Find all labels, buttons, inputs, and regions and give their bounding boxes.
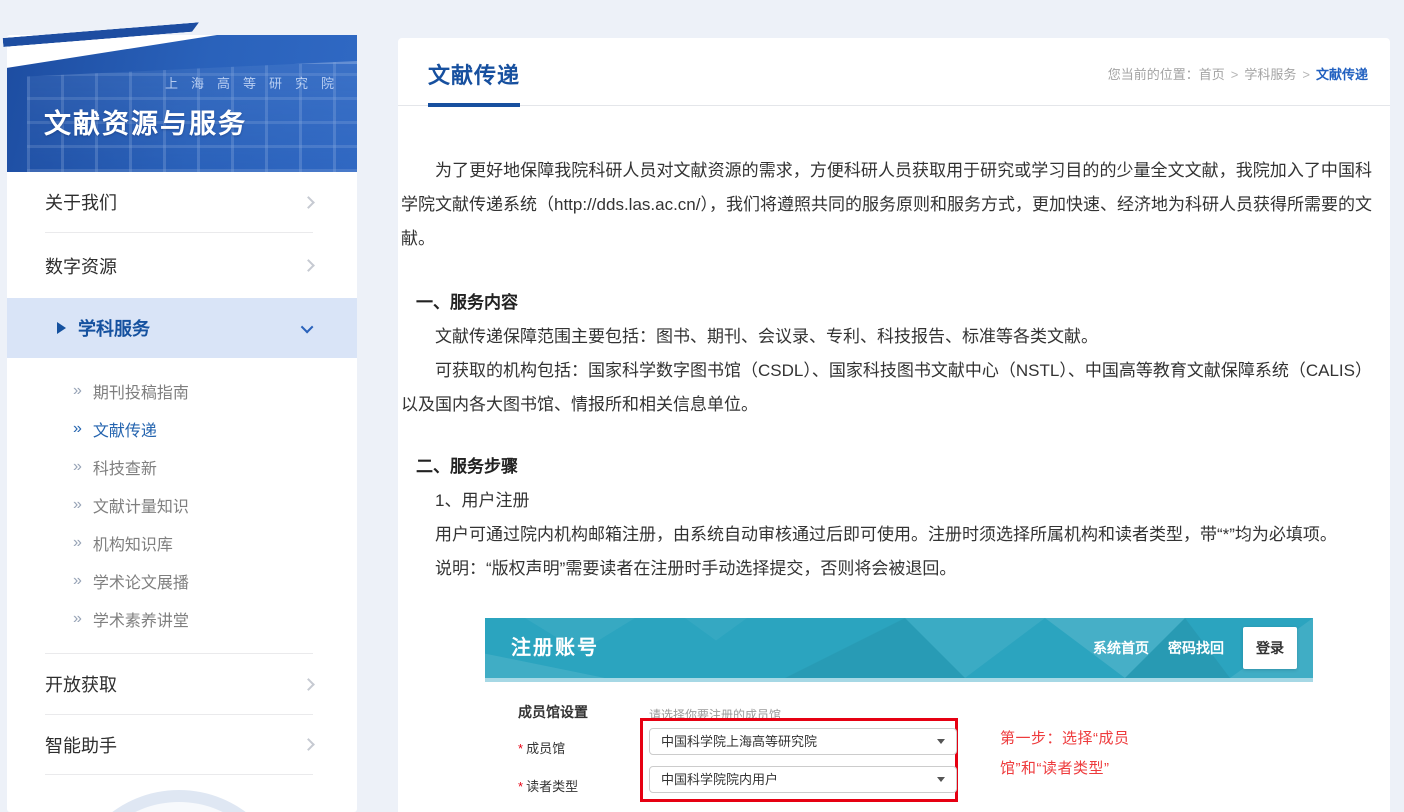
sidebar-item-label: 开放获取: [45, 671, 117, 697]
breadcrumb-separator: >: [1302, 67, 1310, 82]
sidebar-item-label: 关于我们: [45, 189, 117, 215]
double-angle-icon: »: [73, 382, 82, 400]
member-library-field-label: *成员馆: [518, 732, 565, 766]
paragraph: 文献传递保障范围主要包括：图书、期刊、会议录、专利、科技报告、标准等各类文献。: [401, 320, 1372, 354]
article-body: 为了更好地保障我院科研人员对文献资源的需求，方便科研人员获取用于研究或学习目的的…: [398, 106, 1390, 811]
sidebar-subitem-label: 学术素养讲堂: [93, 607, 189, 631]
double-angle-icon: »: [73, 572, 82, 590]
double-angle-icon: »: [73, 458, 82, 476]
sidebar-item-subject-services[interactable]: 学科服务: [7, 298, 357, 358]
double-angle-icon: »: [73, 610, 82, 628]
sidebar-subitem-label: 科技查新: [93, 455, 157, 479]
member-library-dropdown: 中国科学院上海高等研究院: [649, 728, 957, 755]
sidebar-item-digital-resources[interactable]: 数字资源: [7, 233, 357, 298]
breadcrumb-current: 文献传递: [1316, 67, 1368, 82]
screenshot-title: 注册账号: [511, 631, 599, 665]
page: 上海高等研究院 文献资源与服务 关于我们 数字资源 学科服务: [0, 0, 1404, 812]
member-library-value: 中国科学院上海高等研究院: [661, 725, 817, 759]
paragraph: 可获取的机构包括：国家科学数字图书馆（CSDL）、国家科技图书文献中心（NSTL…: [401, 354, 1372, 422]
sidebar-item-open-access[interactable]: 开放获取: [7, 654, 357, 714]
sidebar-item-label: 智能助手: [45, 732, 117, 758]
dropdown-arrow-icon: [937, 777, 945, 782]
triangle-right-icon: [57, 322, 66, 334]
dropdown-arrow-icon: [937, 739, 945, 744]
chevron-right-icon: [302, 738, 315, 751]
double-angle-icon: »: [73, 420, 82, 438]
screenshot-banner: 注册账号 系统首页 密码找回 登录: [485, 618, 1313, 682]
section-heading-service-steps: 二、服务步骤: [401, 450, 1372, 484]
breadcrumb-separator: >: [1231, 67, 1239, 82]
reader-type-dropdown: 中国科学院院内用户: [649, 766, 957, 793]
screenshot-link-password-recovery: 密码找回: [1168, 631, 1224, 665]
member-library-settings-label: 成员馆设置: [518, 695, 588, 729]
sidebar: 上海高等研究院 文献资源与服务 关于我们 数字资源 学科服务: [7, 35, 357, 812]
step-label: 1、用户注册: [401, 484, 1372, 518]
sidebar-title: 文献资源与服务: [44, 102, 247, 141]
main-content: 文献传递 您当前的位置：首页 > 学科服务 > 文献传递 为了更好地保障我院科研人员对文…: [398, 38, 1390, 812]
sidebar-subitem-novelty-search[interactable]: » 科技查新: [7, 448, 357, 486]
seal-watermark: [67, 790, 291, 812]
reader-type-field-label: *读者类型: [518, 770, 578, 804]
sidebar-submenu: » 期刊投稿指南 » 文献传递 » 科技查新 » 文献计量知识 » 机构知识: [7, 358, 357, 653]
required-asterisk: *: [518, 741, 523, 756]
sidebar-subitem-academic-literacy[interactable]: » 学术素养讲堂: [7, 600, 357, 638]
sidebar-item-ai-assistant[interactable]: 智能助手: [7, 715, 357, 774]
breadcrumb-section-link[interactable]: 学科服务: [1244, 67, 1296, 82]
sidebar-subitem-label: 文献计量知识: [93, 493, 189, 517]
paragraph: 说明：“版权声明”需要读者在注册时手动选择提交，否则将会被退回。: [401, 552, 1372, 586]
screenshot-login-button: 登录: [1243, 627, 1297, 669]
sidebar-subitem-label: 文献传递: [93, 417, 157, 441]
sidebar-subitem-label: 学术论文展播: [93, 569, 189, 593]
sidebar-subitem-institutional-repository[interactable]: » 机构知识库: [7, 524, 357, 562]
breadcrumb-home-link[interactable]: 首页: [1199, 67, 1225, 82]
sidebar-subitem-journal-guide[interactable]: » 期刊投稿指南: [7, 372, 357, 410]
sidebar-subitem-label: 期刊投稿指南: [93, 379, 189, 403]
divider: [45, 774, 313, 775]
chevron-right-icon: [302, 196, 315, 209]
sidebar-nav: 关于我们 数字资源 学科服务 » 期刊投稿指南: [7, 172, 357, 775]
paragraph: 用户可通过院内机构邮箱注册，由系统自动审核通过后即可使用。注册时须选择所属机构和…: [401, 518, 1372, 552]
breadcrumb: 您当前的位置：首页 > 学科服务 > 文献传递: [1108, 64, 1368, 105]
reader-type-value: 中国科学院院内用户: [661, 763, 778, 797]
double-angle-icon: »: [73, 534, 82, 552]
required-asterisk: *: [518, 779, 523, 794]
chevron-right-icon: [302, 678, 315, 691]
breadcrumb-label: 您当前的位置：: [1108, 67, 1199, 82]
sidebar-subitem-label: 机构知识库: [93, 531, 173, 555]
intro-paragraph: 为了更好地保障我院科研人员对文献资源的需求，方便科研人员获取用于研究或学习目的的…: [401, 154, 1372, 256]
sidebar-banner: 上海高等研究院 文献资源与服务: [7, 35, 357, 172]
sidebar-item-label: 学科服务: [78, 315, 150, 341]
sidebar-item-label: 数字资源: [45, 253, 117, 279]
building-sign-text: 上海高等研究院: [165, 73, 347, 92]
screenshot-form: 成员馆设置 请选择你要注册的成员馆 *成员馆 中国科学院上海高等研究院 *读者类…: [485, 682, 1313, 811]
embedded-screenshot: 注册账号 系统首页 密码找回 登录 成员馆设置 请选择你要注册的成员馆 *成员馆…: [485, 618, 1313, 811]
sidebar-subitem-document-delivery[interactable]: » 文献传递: [7, 410, 357, 448]
sidebar-item-about[interactable]: 关于我们: [7, 172, 357, 232]
section-heading-service-content: 一、服务内容: [401, 286, 1372, 320]
double-angle-icon: »: [73, 496, 82, 514]
step-annotation: 第一步：选择“成员 馆”和“读者类型”: [1000, 724, 1130, 784]
page-header: 文献传递 您当前的位置：首页 > 学科服务 > 文献传递: [398, 38, 1390, 106]
chevron-right-icon: [302, 259, 315, 272]
screenshot-link-system-home: 系统首页: [1093, 631, 1149, 665]
page-title: 文献传递: [428, 58, 520, 107]
sidebar-subitem-paper-showcase[interactable]: » 学术论文展播: [7, 562, 357, 600]
chevron-down-icon: [301, 320, 314, 333]
sidebar-subitem-bibliometrics[interactable]: » 文献计量知识: [7, 486, 357, 524]
